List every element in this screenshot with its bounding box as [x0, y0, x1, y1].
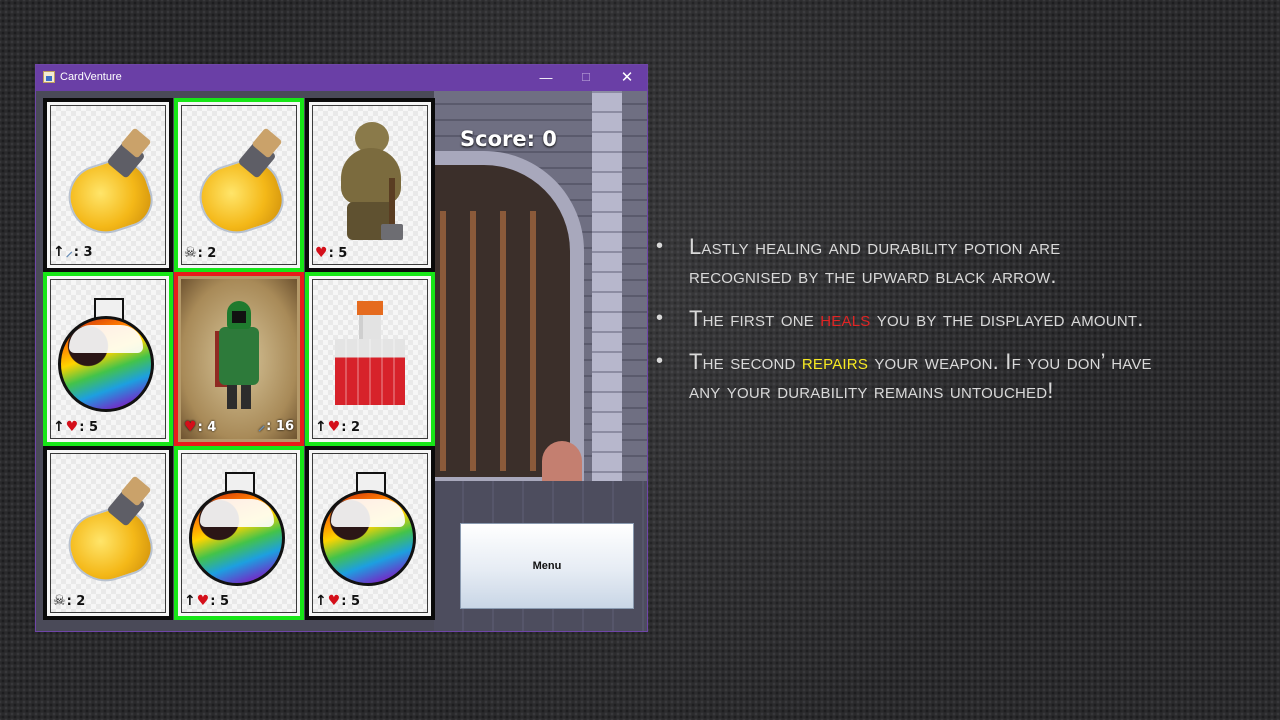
card-4[interactable]: ↑♥: 5 — [43, 272, 173, 446]
heart-icon: ♥ — [327, 419, 341, 435]
red-pixel-potion-icon — [335, 300, 405, 411]
stat-value: : 2 — [66, 594, 86, 609]
bullet-text: The first one — [689, 306, 821, 331]
rainbow-potion-icon — [320, 471, 420, 588]
card-grid: ↑⸝: 3 ☠: 2 ♥: 5 ↑♥: 5 ♥: 4 ⸝: 16 ↑♥: 2 ☠… — [43, 98, 437, 620]
stat-value: : 5 — [328, 246, 348, 261]
bullet-text: The second — [689, 349, 802, 374]
sword-icon: ⸝ — [65, 244, 73, 260]
card-6[interactable]: ↑♥: 2 — [305, 272, 435, 446]
sword-icon: ⸝ — [258, 418, 266, 434]
up-arrow-icon: ↑ — [315, 593, 327, 609]
bullet-item: The second repairs your weapon. If you d… — [656, 347, 1156, 405]
card-8[interactable]: ↑♥: 5 — [174, 446, 304, 620]
hero-player-icon — [215, 300, 263, 411]
card-stat: ↑⸝: 3 — [53, 242, 93, 261]
heart-icon: ♥ — [315, 245, 328, 261]
prison-bars — [440, 211, 560, 471]
rainbow-potion-icon — [58, 297, 158, 414]
highlight-repairs: repairs — [801, 349, 869, 374]
card-5-player[interactable]: ♥: 4 ⸝: 16 — [174, 272, 304, 446]
minimize-button[interactable]: — — [526, 65, 566, 91]
card-1[interactable]: ↑⸝: 3 — [43, 98, 173, 272]
stat-value: : 5 — [79, 420, 99, 435]
bullet-item: The first one heals you by the displayed… — [656, 304, 1156, 333]
bullet-item: Lastly healing and durability potion are… — [656, 232, 1156, 290]
highlight-heals: heals — [820, 306, 871, 331]
stat-value: : 5 — [341, 594, 361, 609]
troll-monster-icon — [325, 121, 415, 242]
card-2[interactable]: ☠: 2 — [174, 98, 304, 272]
stat-value: : 2 — [341, 420, 361, 435]
heart-icon: ♥ — [327, 593, 341, 609]
up-arrow-icon: ↑ — [315, 419, 327, 435]
up-arrow-icon: ↑ — [53, 244, 65, 260]
menu-button[interactable]: Menu — [460, 523, 634, 609]
app-window: CardVenture — ☐ ✕ Score: 0 Menu ↑⸝: 3 ☠:… — [35, 64, 648, 632]
yellow-potion-icon — [191, 127, 291, 243]
card-stat: ☠: 2 — [53, 593, 85, 609]
card-9[interactable]: ↑♥: 5 — [305, 446, 435, 620]
card-stat: ↑♥: 5 — [315, 593, 360, 609]
heart-icon: ♥ — [196, 593, 210, 609]
game-area: Score: 0 Menu ↑⸝: 3 ☠: 2 ♥: 5 ↑♥: 5 ♥: 4… — [36, 91, 647, 631]
slide-bullet-list: Lastly healing and durability potion are… — [656, 232, 1156, 419]
card-stat: ↑♥: 2 — [315, 419, 360, 435]
stat-value: : 3 — [73, 245, 93, 260]
maximize-button[interactable]: ☐ — [566, 65, 606, 91]
card-stat: ↑♥: 5 — [53, 419, 98, 435]
card-stat-weapon: ⸝: 16 — [258, 416, 294, 435]
card-stat: ☠: 2 — [184, 245, 216, 261]
heart-icon: ♥ — [184, 419, 197, 435]
stat-value: : 4 — [197, 420, 217, 435]
card-stat: ♥: 4 — [184, 419, 216, 435]
bullet-text: Lastly healing and durability potion are… — [689, 234, 1061, 288]
score-label: Score: 0 — [460, 127, 557, 151]
title-bar[interactable]: CardVenture — ☐ ✕ — [36, 65, 647, 91]
card-stat: ↑♥: 5 — [184, 593, 229, 609]
yellow-potion-icon — [60, 127, 160, 243]
rainbow-potion-icon — [189, 471, 289, 588]
up-arrow-icon: ↑ — [184, 593, 196, 609]
heart-icon: ♥ — [65, 419, 79, 435]
close-button[interactable]: ✕ — [607, 65, 647, 91]
card-7[interactable]: ☠: 2 — [43, 446, 173, 620]
stat-value: : 16 — [266, 419, 294, 434]
bullet-text: you by the displayed amount. — [870, 306, 1144, 331]
card-3[interactable]: ♥: 5 — [305, 98, 435, 272]
up-arrow-icon: ↑ — [53, 419, 65, 435]
window-title: CardVenture — [60, 71, 122, 83]
stat-value: : 2 — [197, 246, 217, 261]
skull-icon: ☠ — [184, 245, 197, 261]
skull-icon: ☠ — [53, 593, 66, 609]
java-app-icon — [43, 71, 55, 83]
stat-value: : 5 — [210, 594, 230, 609]
yellow-potion-icon — [60, 475, 160, 591]
card-stat: ♥: 5 — [315, 245, 347, 261]
